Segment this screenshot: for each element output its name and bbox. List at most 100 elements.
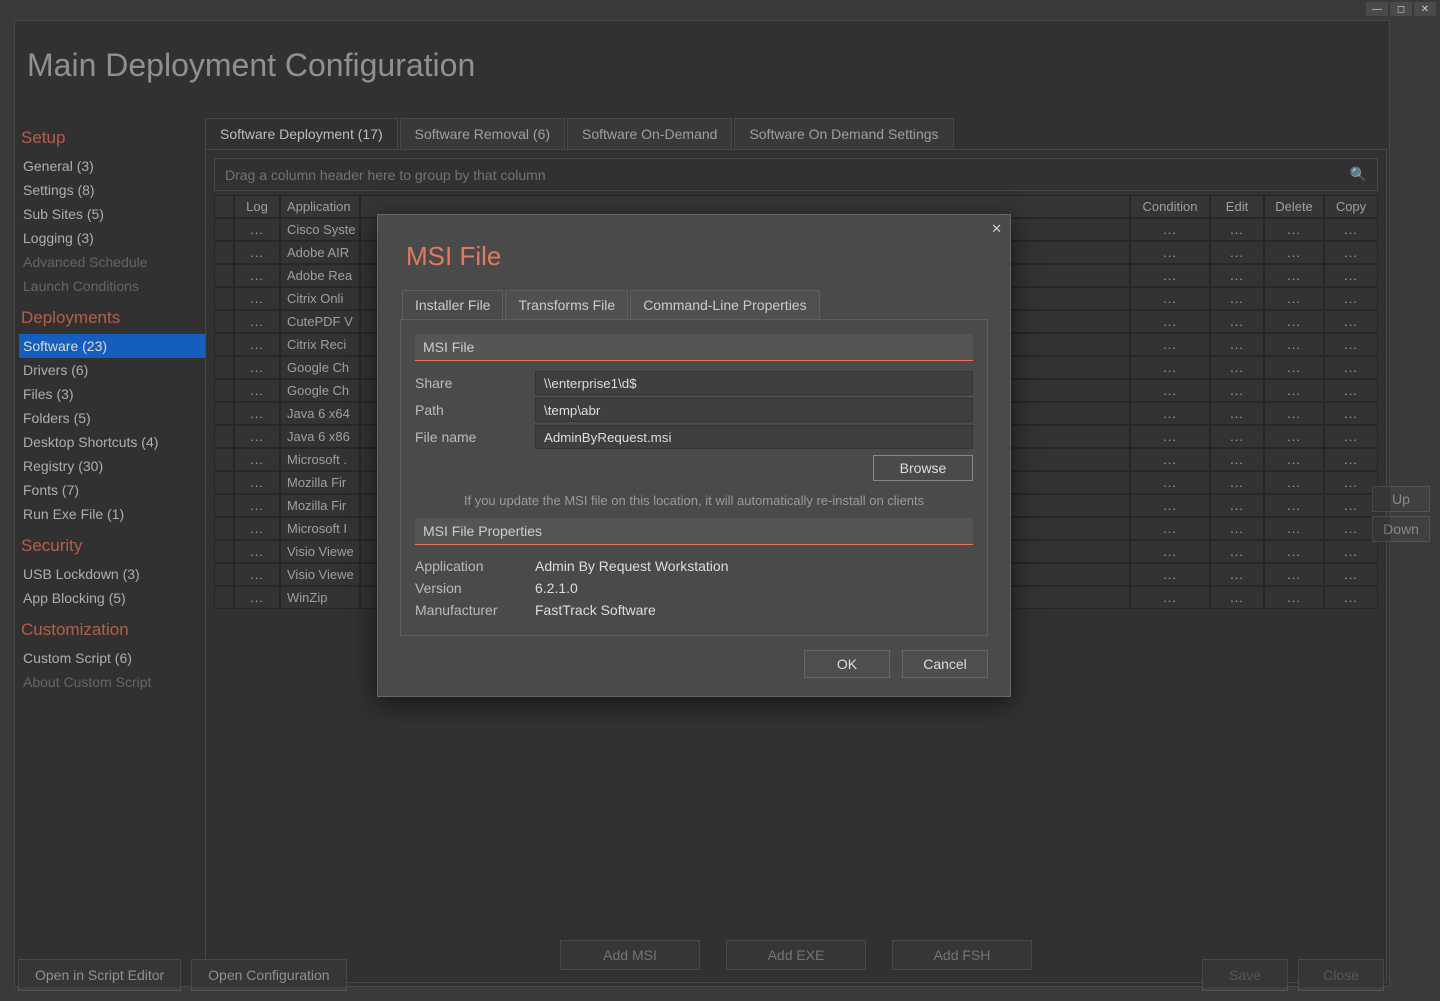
cell-log[interactable]: ... <box>234 379 280 402</box>
cell-delete[interactable]: ... <box>1264 425 1324 448</box>
sidebar-item[interactable]: Registry (30) <box>19 454 205 478</box>
search-icon[interactable]: 🔍 <box>1350 166 1367 183</box>
cell-delete[interactable]: ... <box>1264 356 1324 379</box>
col-delete[interactable]: Delete <box>1264 195 1324 218</box>
cell-log[interactable]: ... <box>234 310 280 333</box>
sidebar-item[interactable]: Sub Sites (5) <box>19 202 205 226</box>
cell-edit[interactable]: ... <box>1210 471 1264 494</box>
cell-edit[interactable]: ... <box>1210 494 1264 517</box>
maximize-button[interactable]: ◻ <box>1390 2 1412 16</box>
row-handle[interactable] <box>214 448 234 471</box>
row-handle[interactable] <box>214 425 234 448</box>
row-handle[interactable] <box>214 264 234 287</box>
row-handle[interactable] <box>214 241 234 264</box>
cell-condition[interactable]: ... <box>1130 333 1210 356</box>
browse-button[interactable]: Browse <box>873 455 973 481</box>
row-handle[interactable] <box>214 563 234 586</box>
cell-copy[interactable]: ... <box>1324 494 1378 517</box>
sidebar-item[interactable]: Launch Conditions <box>19 274 205 298</box>
row-handle[interactable] <box>214 471 234 494</box>
cell-condition[interactable]: ... <box>1130 218 1210 241</box>
sidebar-item[interactable]: Advanced Schedule <box>19 250 205 274</box>
cell-edit[interactable]: ... <box>1210 586 1264 609</box>
cell-condition[interactable]: ... <box>1130 563 1210 586</box>
col-application[interactable]: Application <box>280 195 360 218</box>
sidebar-item[interactable]: Files (3) <box>19 382 205 406</box>
cell-delete[interactable]: ... <box>1264 448 1324 471</box>
cell-edit[interactable]: ... <box>1210 402 1264 425</box>
move-up-button[interactable]: Up <box>1372 486 1430 512</box>
sidebar-item[interactable]: About Custom Script <box>19 670 205 694</box>
sidebar-item[interactable]: Settings (8) <box>19 178 205 202</box>
move-down-button[interactable]: Down <box>1372 516 1430 542</box>
cell-log[interactable]: ... <box>234 517 280 540</box>
cell-copy[interactable]: ... <box>1324 287 1378 310</box>
row-handle[interactable] <box>214 586 234 609</box>
cell-delete[interactable]: ... <box>1264 264 1324 287</box>
cell-copy[interactable]: ... <box>1324 471 1378 494</box>
cell-delete[interactable]: ... <box>1264 310 1324 333</box>
tab[interactable]: Software On-Demand <box>567 118 732 149</box>
cell-log[interactable]: ... <box>234 218 280 241</box>
cell-condition[interactable]: ... <box>1130 540 1210 563</box>
cell-condition[interactable]: ... <box>1130 471 1210 494</box>
dialog-close-icon[interactable]: ✕ <box>991 221 1002 237</box>
cell-condition[interactable]: ... <box>1130 310 1210 333</box>
cell-log[interactable]: ... <box>234 287 280 310</box>
cell-copy[interactable]: ... <box>1324 540 1378 563</box>
cell-condition[interactable]: ... <box>1130 494 1210 517</box>
open-configuration-button[interactable]: Open Configuration <box>191 959 346 991</box>
row-handle[interactable] <box>214 218 234 241</box>
cell-delete[interactable]: ... <box>1264 494 1324 517</box>
cell-edit[interactable]: ... <box>1210 287 1264 310</box>
cell-edit[interactable]: ... <box>1210 264 1264 287</box>
row-handle[interactable] <box>214 402 234 425</box>
sidebar-item[interactable]: Fonts (7) <box>19 478 205 502</box>
cell-delete[interactable]: ... <box>1264 241 1324 264</box>
cell-condition[interactable]: ... <box>1130 586 1210 609</box>
cell-log[interactable]: ... <box>234 586 280 609</box>
cell-delete[interactable]: ... <box>1264 471 1324 494</box>
cell-edit[interactable]: ... <box>1210 310 1264 333</box>
cell-log[interactable]: ... <box>234 402 280 425</box>
cell-copy[interactable]: ... <box>1324 379 1378 402</box>
cell-condition[interactable]: ... <box>1130 402 1210 425</box>
group-by-hint[interactable]: Drag a column header here to group by th… <box>214 158 1378 191</box>
cell-edit[interactable]: ... <box>1210 333 1264 356</box>
cell-log[interactable]: ... <box>234 333 280 356</box>
row-handle[interactable] <box>214 287 234 310</box>
cell-condition[interactable]: ... <box>1130 356 1210 379</box>
cell-log[interactable]: ... <box>234 494 280 517</box>
cell-edit[interactable]: ... <box>1210 356 1264 379</box>
cell-condition[interactable]: ... <box>1130 264 1210 287</box>
cell-delete[interactable]: ... <box>1264 586 1324 609</box>
cell-edit[interactable]: ... <box>1210 241 1264 264</box>
cell-delete[interactable]: ... <box>1264 218 1324 241</box>
cell-copy[interactable]: ... <box>1324 448 1378 471</box>
cell-log[interactable]: ... <box>234 356 280 379</box>
cell-log[interactable]: ... <box>234 471 280 494</box>
row-handle[interactable] <box>214 540 234 563</box>
cell-condition[interactable]: ... <box>1130 287 1210 310</box>
share-input[interactable] <box>535 371 973 395</box>
cell-log[interactable]: ... <box>234 448 280 471</box>
row-handle[interactable] <box>214 310 234 333</box>
cell-edit[interactable]: ... <box>1210 379 1264 402</box>
cell-log[interactable]: ... <box>234 241 280 264</box>
cell-delete[interactable]: ... <box>1264 540 1324 563</box>
sidebar-item[interactable]: App Blocking (5) <box>19 586 205 610</box>
cell-edit[interactable]: ... <box>1210 540 1264 563</box>
cell-delete[interactable]: ... <box>1264 287 1324 310</box>
cell-copy[interactable]: ... <box>1324 586 1378 609</box>
cell-edit[interactable]: ... <box>1210 517 1264 540</box>
cell-copy[interactable]: ... <box>1324 402 1378 425</box>
cell-edit[interactable]: ... <box>1210 425 1264 448</box>
cell-delete[interactable]: ... <box>1264 402 1324 425</box>
tab[interactable]: Software Deployment (17) <box>205 118 398 149</box>
sidebar-item[interactable]: Software (23) <box>19 334 205 358</box>
cell-edit[interactable]: ... <box>1210 563 1264 586</box>
cell-log[interactable]: ... <box>234 425 280 448</box>
cell-copy[interactable]: ... <box>1324 333 1378 356</box>
dialog-tab[interactable]: Command-Line Properties <box>630 290 819 319</box>
cell-condition[interactable]: ... <box>1130 517 1210 540</box>
